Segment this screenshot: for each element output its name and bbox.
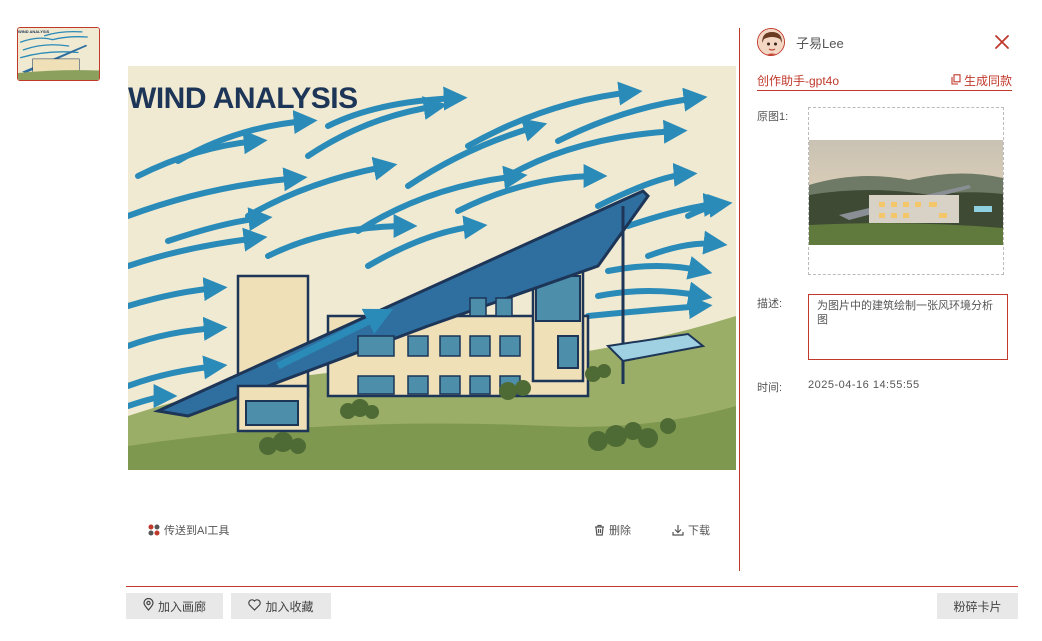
generate-same-label: 生成同款 <box>963 74 1012 88</box>
trash-icon <box>594 524 605 536</box>
heart-icon <box>248 598 262 614</box>
description-label: 描述: <box>757 298 783 310</box>
original-photo <box>809 140 1003 245</box>
add-to-gallery-label: 加入画廊 <box>157 599 206 614</box>
panel-divider <box>739 28 740 571</box>
close-icon <box>992 35 1012 56</box>
thumbnail-title: WIND ANALYSIS <box>18 29 50 34</box>
shred-card-label: 粉碎卡片 <box>953 599 1002 614</box>
shred-card-button[interactable]: 粉碎卡片 <box>937 593 1018 619</box>
original-label: 原图1: <box>757 111 789 123</box>
copy-icon <box>951 73 961 88</box>
generate-same-button[interactable]: 生成同款 <box>951 72 1012 89</box>
delete-button[interactable]: 删除 <box>594 522 631 538</box>
original-image-box[interactable] <box>808 107 1004 275</box>
footer-divider <box>126 586 1018 587</box>
main-image[interactable]: WIND ANALYSIS <box>128 66 736 470</box>
add-to-gallery-button[interactable]: 加入画廊 <box>126 593 223 619</box>
delete-label: 删除 <box>609 525 631 537</box>
download-button[interactable]: 下载 <box>672 522 710 538</box>
send-to-ai-label: 传送到AI工具 <box>164 525 230 537</box>
description-field[interactable]: 为图片中的建筑绘制一张风环境分析图 <box>808 294 1008 360</box>
location-pin-icon <box>143 597 154 614</box>
user-info: 子易Lee <box>757 28 1012 56</box>
username[interactable]: 子易Lee <box>796 33 844 52</box>
main-image-title: WIND ANALYSIS <box>128 82 358 115</box>
download-label: 下载 <box>688 525 710 537</box>
thumbnail-illustration: WIND ANALYSIS <box>18 28 99 80</box>
time-label: 时间: <box>757 382 783 394</box>
time-value: 2025-04-16 14:55:55 <box>808 379 920 391</box>
add-to-favorites-button[interactable]: 加入收藏 <box>231 593 331 619</box>
thumbnail-image[interactable]: WIND ANALYSIS <box>17 27 100 81</box>
wind-analysis-illustration: WIND ANALYSIS <box>128 66 736 470</box>
avatar[interactable] <box>757 28 785 56</box>
ai-tools-icon <box>148 524 160 536</box>
tab-assistant[interactable]: 创作助手-gpt4o <box>757 72 839 89</box>
download-icon <box>672 524 684 536</box>
panel-tabs: 创作助手-gpt4o 生成同款 <box>757 70 1012 91</box>
add-to-favorites-label: 加入收藏 <box>265 599 314 614</box>
close-button[interactable] <box>992 32 1012 52</box>
detail-panel: 子易Lee 创作助手-gpt4o 生成同款 原图1: 描述: 为图片中的建筑绘制… <box>757 28 1012 394</box>
send-to-ai-button[interactable]: 传送到AI工具 <box>148 522 229 538</box>
